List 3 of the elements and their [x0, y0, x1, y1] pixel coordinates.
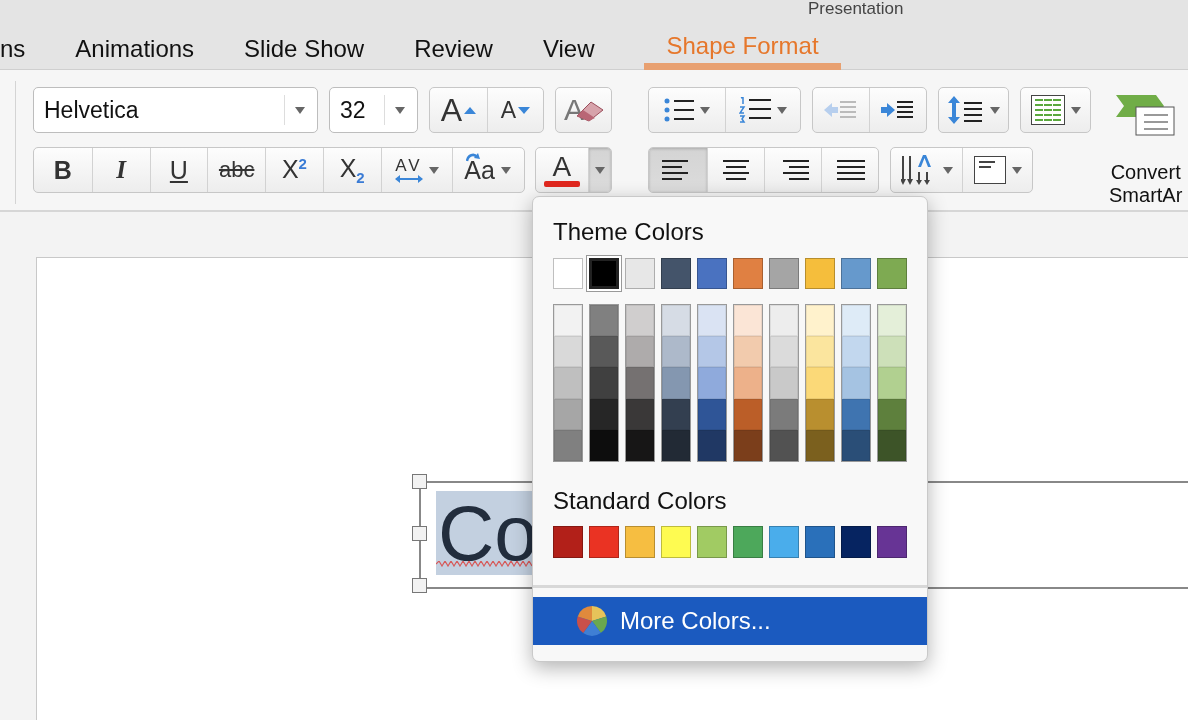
section-heading: Theme Colors	[553, 217, 705, 247]
section-heading: Standard Colors	[553, 485, 728, 516]
window-title: Presentation	[808, 0, 904, 18]
